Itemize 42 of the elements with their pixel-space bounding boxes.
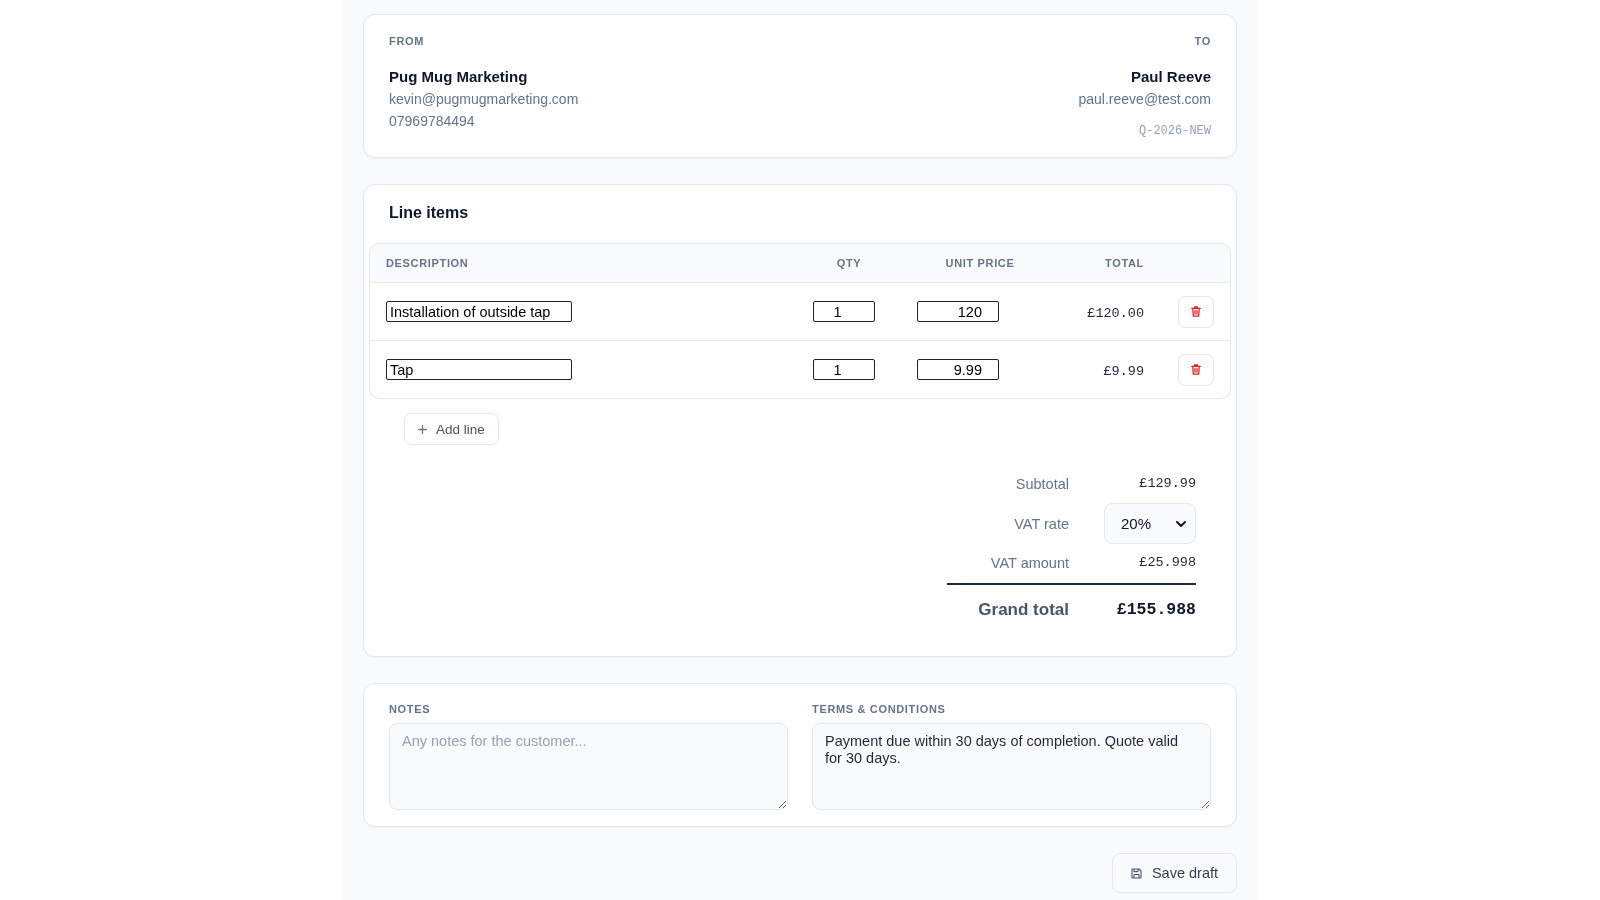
summary-value: £129.99 (1138, 475, 1196, 493)
sender-phone: 07969784494 (389, 112, 476, 131)
sender-email: kevin@pugmugmarketing.com (389, 90, 579, 109)
quantity-input[interactable]: 1 (813, 301, 875, 322)
description-input[interactable]: Tap (386, 359, 572, 380)
summary-label: Subtotal (1014, 475, 1069, 494)
column-header: UNIT PRICE (944, 256, 1016, 270)
quantity-input[interactable]: 1 (813, 359, 875, 380)
sender-name: Pug Mug Marketing (389, 67, 529, 87)
delete-button[interactable] (1178, 295, 1214, 328)
summary-value: £25.998 (1138, 554, 1196, 572)
column-header: DESCRIPTION (386, 256, 470, 270)
plus-icon (418, 424, 427, 434)
recipient-name: Paul Reeve (1130, 67, 1211, 87)
add-line-button[interactable]: Add line (404, 413, 499, 445)
column-header: QTY (835, 256, 863, 270)
trash-icon (1191, 306, 1201, 317)
terms-label: TERMS & CONDITIONS (812, 702, 947, 716)
recipient-email: paul.reeve@test.com (1078, 90, 1211, 109)
to-label: TO (1194, 34, 1211, 48)
grand-total-label: Grand total (977, 599, 1069, 621)
trash-icon (1191, 364, 1201, 375)
line-total: £9.99 (1103, 363, 1144, 379)
summary-label: VAT rate (1013, 514, 1069, 534)
line-items-title: Line items (388, 203, 470, 223)
from-label: FROM (389, 34, 426, 48)
quote-number: Q-2026-NEW (1139, 123, 1211, 140)
chevron-down-icon (1176, 520, 1186, 527)
summary-label: VAT amount (989, 554, 1069, 573)
line-total: £120.00 (1087, 305, 1144, 321)
unit-price-input[interactable]: 9.99 (917, 359, 999, 380)
unit-price-input[interactable]: 120 (917, 301, 999, 322)
delete-button[interactable] (1178, 353, 1214, 386)
column-header: TOTAL (1104, 256, 1145, 270)
notes-label: NOTES (389, 702, 432, 716)
vat-rate-select[interactable]: 20% (1104, 503, 1196, 544)
grand-total-value: £155.988 (1115, 599, 1196, 621)
floppy-disk-icon (1130, 867, 1142, 879)
save-draft-button[interactable]: Save draft (1111, 853, 1237, 893)
terms-textarea[interactable]: Payment due within 30 days of completion. Quote valid for 30 days. (812, 723, 1211, 810)
description-input[interactable]: Installation of outside tap (386, 301, 572, 322)
notes-textarea[interactable]: Any notes for the customer... (389, 723, 788, 810)
